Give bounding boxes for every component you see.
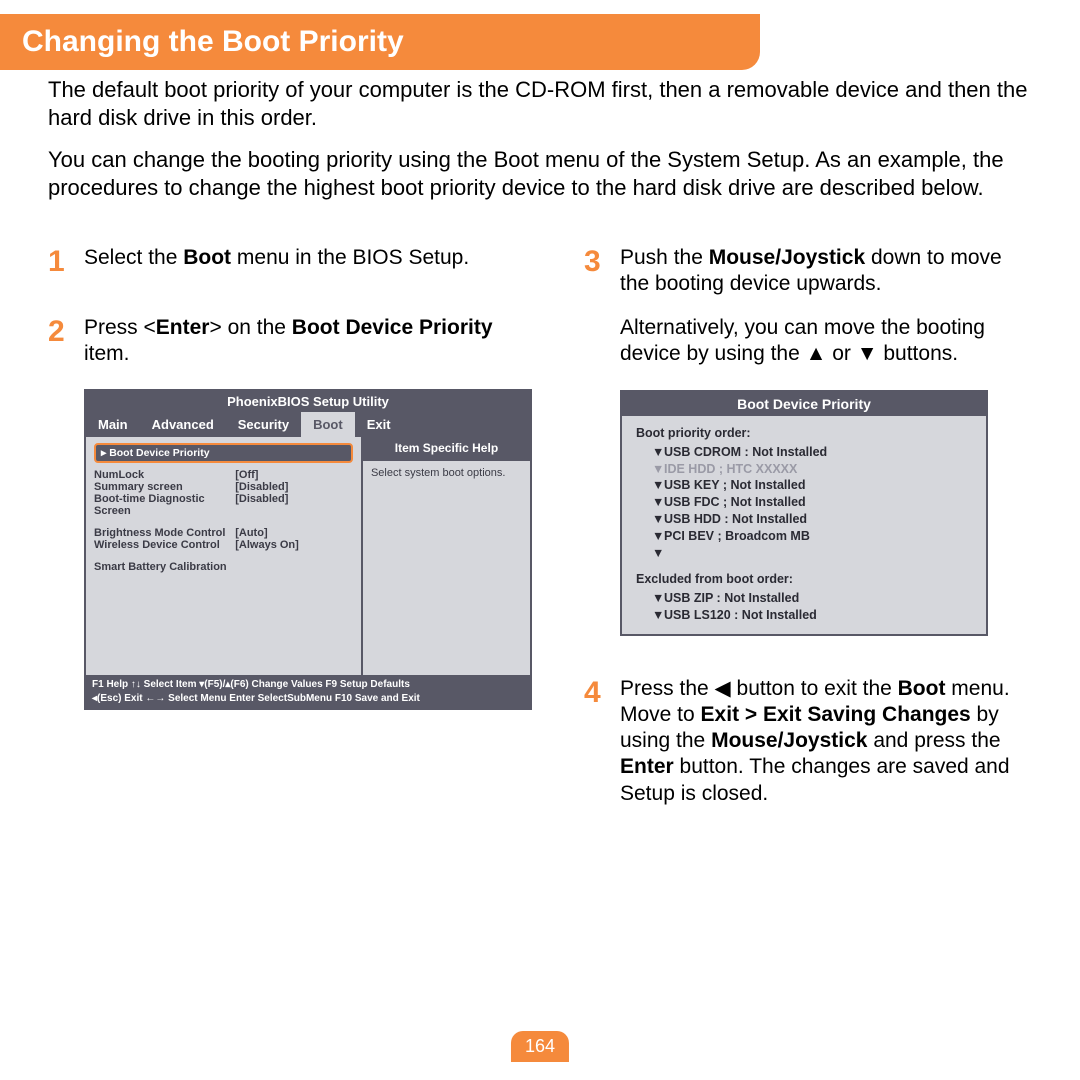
bios-footer: F1 Help ↑↓ Select Item ▾(F5)/▴(F6) Chang…	[86, 675, 530, 708]
prio-item: ▼USB CDROM : Not Installed	[652, 444, 972, 461]
step-1: 1 Select the Boot menu in the BIOS Setup…	[48, 245, 532, 277]
step-text: Select the Boot menu in the BIOS Setup.	[84, 245, 469, 277]
bios-help-pane: Item Specific Help Select system boot op…	[363, 437, 530, 675]
intro-block: The default boot priority of your comput…	[0, 70, 1080, 203]
prio-excluded-item: ▼USB LS120 : Not Installed	[652, 607, 972, 624]
bios-tabs: Main Advanced Security Boot Exit	[86, 412, 530, 437]
step-4: 4 Press the ◀ button to exit the Boot me…	[584, 676, 1032, 807]
bios-tab-advanced: Advanced	[140, 412, 226, 437]
prio-item: ▼USB FDC ; Not Installed	[652, 494, 972, 511]
right-column: 3 Push the Mouse/Joystick down to move t…	[584, 245, 1032, 829]
step-number: 3	[584, 245, 620, 368]
prio-item: ▼	[652, 545, 972, 562]
prio-item: ▼USB HDD : Not Installed	[652, 511, 972, 528]
left-column: 1 Select the Boot menu in the BIOS Setup…	[48, 245, 532, 829]
prio-excluded-item: ▼USB ZIP : Not Installed	[652, 590, 972, 607]
step-number: 1	[48, 245, 84, 277]
step-number: 4	[584, 676, 620, 807]
prio-item-selected: ▼IDE HDD ; HTC XXXXX	[652, 461, 972, 478]
step-text: Press <Enter> on the Boot Device Priorit…	[84, 315, 532, 368]
step-3: 3 Push the Mouse/Joystick down to move t…	[584, 245, 1032, 368]
page-title: Changing the Boot Priority	[0, 14, 760, 70]
bios-tab-main: Main	[86, 412, 140, 437]
prio-header-included: Boot priority order:	[636, 426, 972, 440]
step-text: Push the Mouse/Joystick down to move the…	[620, 245, 1032, 368]
bios-selected-item: ▸ Boot Device Priority	[94, 443, 353, 463]
bios-tab-boot: Boot	[301, 412, 355, 437]
bios-screenshot: PhoenixBIOS Setup Utility Main Advanced …	[84, 389, 532, 710]
bios-tab-security: Security	[226, 412, 301, 437]
bios-left-pane: ▸ Boot Device Priority NumLock[Off] Summ…	[86, 437, 363, 675]
intro-p2: You can change the booting priority usin…	[48, 146, 1032, 202]
boot-priority-screenshot: Boot Device Priority Boot priority order…	[620, 390, 988, 636]
prio-item: ▼USB KEY ; Not Installed	[652, 477, 972, 494]
step-number: 2	[48, 315, 84, 368]
page-number: 164	[511, 1031, 569, 1062]
bios-help-body: Select system boot options.	[363, 461, 530, 485]
prio-title: Boot Device Priority	[622, 392, 986, 416]
bios-help-title: Item Specific Help	[363, 437, 530, 461]
intro-p1: The default boot priority of your comput…	[48, 76, 1032, 132]
step-text: Press the ◀ button to exit the Boot menu…	[620, 676, 1032, 807]
prio-item: ▼PCI BEV ; Broadcom MB	[652, 528, 972, 545]
prio-header-excluded: Excluded from boot order:	[636, 572, 972, 586]
bios-title: PhoenixBIOS Setup Utility	[86, 391, 530, 412]
step-2: 2 Press <Enter> on the Boot Device Prior…	[48, 315, 532, 368]
bios-tab-exit: Exit	[355, 412, 403, 437]
